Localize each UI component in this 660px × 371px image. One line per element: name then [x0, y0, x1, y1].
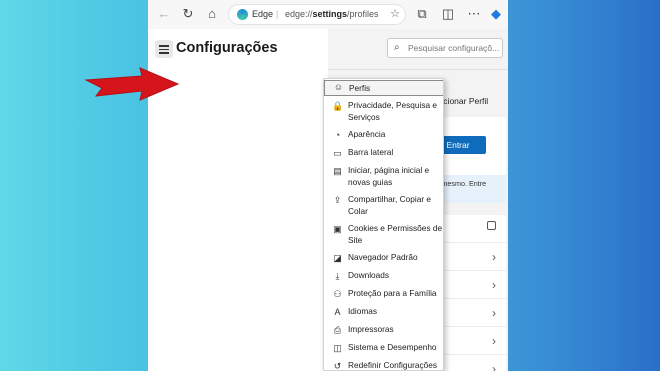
menu-item-label: Cookies e Permissões de Site	[348, 223, 443, 245]
menu-item-appearance[interactable]: ◔ Aparência	[324, 129, 443, 142]
menu-item-profiles[interactable]: ☺ Perfis	[324, 80, 443, 96]
menu-item-label: Aparência	[348, 129, 386, 139]
download-icon: ⤓	[335, 271, 340, 281]
refresh-icon[interactable]: ↻	[180, 6, 196, 22]
menu-item-label: Proteção para a Família	[348, 288, 437, 298]
share-icon: ⇪	[333, 195, 342, 205]
start-page-icon: ▤	[333, 166, 342, 176]
search-placeholder: Pesquisar configuraçõ...	[408, 43, 500, 53]
menu-item-languages[interactable]: A Idiomas	[324, 306, 443, 319]
edge-logo-icon	[237, 9, 248, 20]
settings-search-input[interactable]: ⌕ Pesquisar configuraçõ...	[387, 38, 503, 58]
url-separator: |	[276, 9, 279, 19]
chevron-right-icon: ›	[492, 306, 496, 320]
browser-toolbar: ← ↻ ⌂ Edge | edge://settings/profiles ☆ …	[148, 0, 508, 29]
menu-toggle-button[interactable]	[155, 40, 173, 58]
menu-item-reset[interactable]: ↺ Redefinir Configurações	[324, 360, 443, 371]
chevron-right-icon: ›	[492, 334, 496, 348]
profile-icon: ☺	[333, 82, 344, 92]
menu-item-label: Sistema e Desempenho	[348, 342, 437, 352]
extensions-icon[interactable]: ⧉	[414, 6, 430, 22]
red-arrow-annotation	[84, 67, 180, 101]
cookies-icon: ▣	[333, 224, 342, 234]
menu-item-label: Navegador Padrão	[348, 252, 418, 262]
chevron-right-icon: ›	[492, 278, 496, 292]
system-icon: ◫	[333, 343, 342, 353]
menu-item-label: Perfis	[349, 83, 371, 93]
menu-item-label: Impressoras	[348, 324, 394, 334]
menu-item-downloads[interactable]: ⤓ Downloads	[324, 270, 443, 283]
reset-icon: ↺	[333, 361, 342, 371]
settings-nav-menu: ☺ Perfis 🔒 Privacidade, Pesquisa e Servi…	[323, 78, 444, 371]
menu-item-cookies[interactable]: ▣ Cookies e Permissões de Site	[324, 223, 443, 247]
menu-item-share-copy-paste[interactable]: ⇪ Compartilhar, Copiar e Colar	[324, 194, 443, 218]
menu-item-label: Redefinir Configurações	[348, 360, 438, 370]
page-title: Configurações	[176, 40, 278, 56]
printer-icon: ⎙	[333, 325, 342, 335]
star-icon[interactable]: ☆	[390, 5, 400, 24]
more-tools-icon[interactable]: ⋯	[466, 6, 482, 22]
lock-icon: 🔒	[332, 101, 344, 111]
site-label: Edge	[252, 9, 274, 19]
sidebar-icon: ▭	[333, 148, 342, 158]
menu-item-label: Compartilhar, Copiar e Colar	[348, 194, 432, 216]
default-browser-icon: ◪	[333, 253, 342, 263]
chevron-right-icon: ›	[492, 362, 496, 371]
menu-item-default-browser[interactable]: ◪ Navegador Padrão	[324, 252, 443, 265]
menu-item-system[interactable]: ◫ Sistema e Desempenho	[324, 342, 443, 355]
split-screen-icon[interactable]: ◫	[440, 6, 456, 22]
menu-item-label: Idiomas	[348, 306, 378, 316]
chevron-right-icon: ›	[492, 250, 496, 264]
menu-item-label: Barra lateral	[348, 147, 394, 157]
copilot-icon[interactable]: ◆	[488, 6, 504, 22]
search-icon: ⌕	[394, 42, 400, 53]
browser-window: ← ↻ ⌂ Edge | edge://settings/profiles ☆ …	[148, 0, 508, 371]
menu-item-privacy[interactable]: 🔒 Privacidade, Pesquisa e Serviços	[324, 100, 443, 124]
menu-item-family[interactable]: ⚇ Proteção para a Família	[324, 288, 443, 301]
menu-item-label: Privacidade, Pesquisa e Serviços	[348, 100, 438, 122]
menu-item-label: Iniciar, página inicial e novas guias	[348, 165, 430, 187]
divider	[328, 69, 508, 70]
menu-item-label: Downloads	[348, 270, 390, 280]
menu-item-sidebar[interactable]: ▭ Barra lateral	[324, 147, 443, 160]
url-text: edge://settings/profiles	[285, 9, 379, 19]
back-icon[interactable]: ←	[156, 6, 172, 22]
menu-item-printers[interactable]: ⎙ Impressoras	[324, 324, 443, 337]
external-link-icon	[487, 221, 496, 230]
address-bar[interactable]: Edge | edge://settings/profiles ☆	[228, 4, 406, 25]
menu-item-start-page[interactable]: ▤ Iniciar, página inicial e novas guias	[324, 165, 443, 189]
language-icon: A	[334, 307, 341, 317]
palette-icon: ◔	[334, 130, 341, 140]
family-icon: ⚇	[333, 289, 342, 299]
home-icon[interactable]: ⌂	[204, 6, 220, 22]
